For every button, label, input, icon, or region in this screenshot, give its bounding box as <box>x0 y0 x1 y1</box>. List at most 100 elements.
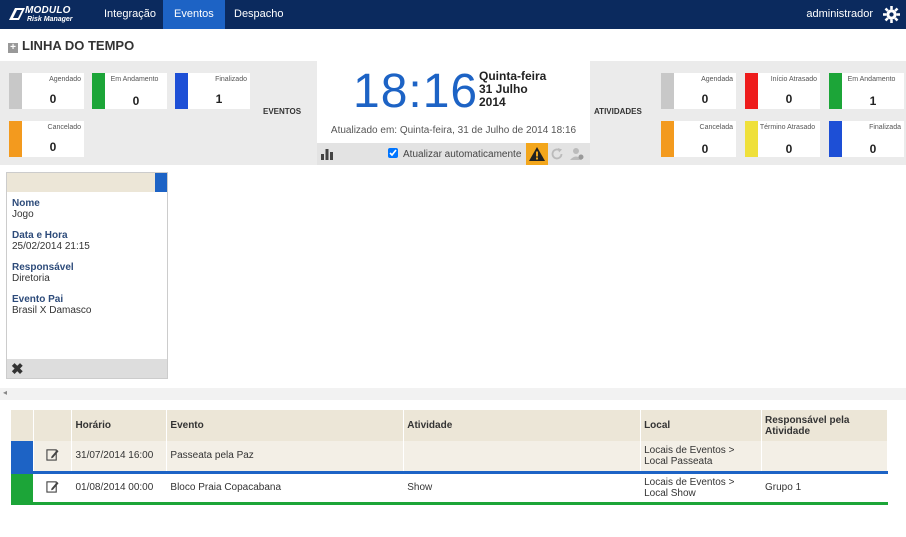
detail-field-data-hora: Data e Hora 25/02/2014 21:15 <box>12 230 90 252</box>
atividade-card-inicio-atrasado[interactable]: Início Atrasado 0 <box>745 73 820 109</box>
clock-time: 18:16 <box>353 65 479 118</box>
status-color-bar <box>92 73 105 109</box>
cell-local: Locais de Eventos > Local Show <box>640 472 762 505</box>
card-label: Em Andamento <box>110 76 159 83</box>
table-row[interactable]: 31/07/2014 16:00 Passeata pela Paz Locai… <box>11 441 888 474</box>
card-label: Agendado <box>49 76 81 83</box>
auto-update-checkbox[interactable] <box>388 148 398 158</box>
card-value: 0 <box>869 142 877 156</box>
header-color <box>11 410 35 441</box>
cell-responsavel <box>761 441 888 474</box>
row-color-swatch <box>11 441 35 474</box>
clock-panel: 18:16 Quinta-feira 31 Julho 2014 Atualiz… <box>317 61 590 165</box>
evento-card-cancelado[interactable]: Cancelado 0 <box>9 121 84 157</box>
detail-field-evento-pai: Evento Pai Brasil X Damasco <box>12 294 91 316</box>
field-label: Evento Pai <box>12 294 64 305</box>
card-label: Início Atrasado <box>770 76 817 83</box>
card-value: 0 <box>132 94 140 108</box>
evento-card-finalizado[interactable]: Finalizado 1 <box>175 73 250 109</box>
expand-plus-icon[interactable]: + <box>8 43 18 53</box>
header-horario[interactable]: Horário <box>71 410 168 441</box>
card-value: 0 <box>701 142 709 156</box>
detail-field-responsavel: Responsável Diretoria <box>12 262 74 284</box>
logo-text: MODULO <box>25 5 71 16</box>
modulo-logo[interactable]: MODULO Risk Manager <box>8 4 76 25</box>
last-updated-text: Atualizado em: Quinta-feira, 31 de Julho… <box>330 125 577 136</box>
status-color-bar <box>745 73 758 109</box>
edit-icon[interactable] <box>46 448 60 461</box>
clock-year: 2014 <box>479 95 506 109</box>
cell-atividade: Show <box>403 472 642 505</box>
warning-icon <box>529 147 545 161</box>
field-value: 25/02/2014 21:15 <box>12 241 90 252</box>
refresh-icon[interactable] <box>550 147 564 161</box>
row-edit-cell <box>33 441 73 474</box>
card-value: 0 <box>701 92 709 106</box>
card-value: 0 <box>49 140 57 154</box>
card-value: 1 <box>215 92 223 106</box>
card-value: 0 <box>785 92 793 106</box>
status-color-bar <box>9 73 22 109</box>
gear-icon[interactable] <box>883 6 900 23</box>
evento-card-agendado[interactable]: Agendado 0 <box>9 73 84 109</box>
bar-chart-icon[interactable] <box>321 148 333 160</box>
events-table: Horário Evento Atividade Local Responsáv… <box>11 410 888 505</box>
card-label: Cancelada <box>699 124 733 131</box>
person-settings-icon[interactable] <box>570 147 584 161</box>
field-value: Diretoria <box>12 273 50 284</box>
atividade-card-finalizada[interactable]: Finalizada 0 <box>829 121 904 157</box>
table-header-row: Horário Evento Atividade Local Responsáv… <box>11 410 888 441</box>
atividade-card-em-andamento[interactable]: Em Andamento 1 <box>829 73 904 109</box>
cell-responsavel: Grupo 1 <box>761 472 888 505</box>
field-label: Nome <box>12 198 40 209</box>
close-icon[interactable]: ✖ <box>11 360 24 378</box>
collapse-left-icon[interactable]: ◂ <box>3 388 7 397</box>
status-color-bar <box>829 73 842 109</box>
cell-evento: Passeata pela Paz <box>166 441 405 474</box>
logo-subtext: Risk Manager <box>27 16 73 23</box>
splitter-bar[interactable]: ◂ <box>0 388 906 400</box>
event-color-marker <box>155 173 167 192</box>
status-color-bar <box>9 121 22 157</box>
nav-eventos[interactable]: Eventos <box>163 0 225 29</box>
atividades-section-label: ATIVIDADES <box>594 107 642 116</box>
header-responsavel[interactable]: Responsável pela Atividade <box>761 410 888 441</box>
nav-integracao[interactable]: Integração <box>93 0 167 29</box>
page-title: + LINHA DO TEMPO <box>8 38 134 53</box>
card-value: 1 <box>869 94 877 108</box>
status-color-bar <box>661 121 674 157</box>
nav-despacho[interactable]: Despacho <box>223 0 295 29</box>
header-evento[interactable]: Evento <box>166 410 405 441</box>
edit-icon[interactable] <box>46 480 60 493</box>
page-title-text: LINHA DO TEMPO <box>22 38 135 53</box>
status-color-bar <box>829 121 842 157</box>
status-color-bar <box>661 73 674 109</box>
cell-atividade <box>403 441 642 474</box>
field-label: Responsável <box>12 262 74 273</box>
card-label: Agendada <box>701 76 733 83</box>
logo-swoosh-icon <box>9 8 25 20</box>
auto-update-toggle[interactable]: Atualizar automaticamente <box>388 148 521 160</box>
user-menu[interactable]: administrador <box>806 0 873 29</box>
row-edit-cell <box>33 472 73 505</box>
table-row[interactable]: 01/08/2014 00:00 Bloco Praia Copacabana … <box>11 472 888 505</box>
cell-horario: 01/08/2014 00:00 <box>71 472 168 505</box>
field-value: Brasil X Damasco <box>12 305 92 316</box>
atividade-card-agendada[interactable]: Agendada 0 <box>661 73 736 109</box>
card-label: Em Andamento <box>847 76 896 83</box>
atividade-card-termino-atrasado[interactable]: Término Atrasado 0 <box>745 121 820 157</box>
atividade-card-cancelada[interactable]: Cancelada 0 <box>661 121 736 157</box>
header-atividade[interactable]: Atividade <box>403 410 642 441</box>
card-label: Finalizada <box>869 124 901 131</box>
field-value: Jogo <box>12 209 34 220</box>
evento-card-em-andamento[interactable]: Em Andamento 0 <box>92 73 167 109</box>
panel-footer: ✖ <box>7 359 167 378</box>
event-detail-panel: Nome Jogo Data e Hora 25/02/2014 21:15 R… <box>6 172 168 379</box>
header-local[interactable]: Local <box>640 410 762 441</box>
warning-button[interactable] <box>526 143 548 165</box>
eventos-section-label: EVENTOS <box>263 107 302 116</box>
clock-date: Quinta-feira 31 Julho 2014 <box>479 70 546 109</box>
status-color-bar <box>175 73 188 109</box>
status-color-bar <box>745 121 758 157</box>
top-navigation-bar: MODULO Risk Manager Integração Eventos D… <box>0 0 906 29</box>
